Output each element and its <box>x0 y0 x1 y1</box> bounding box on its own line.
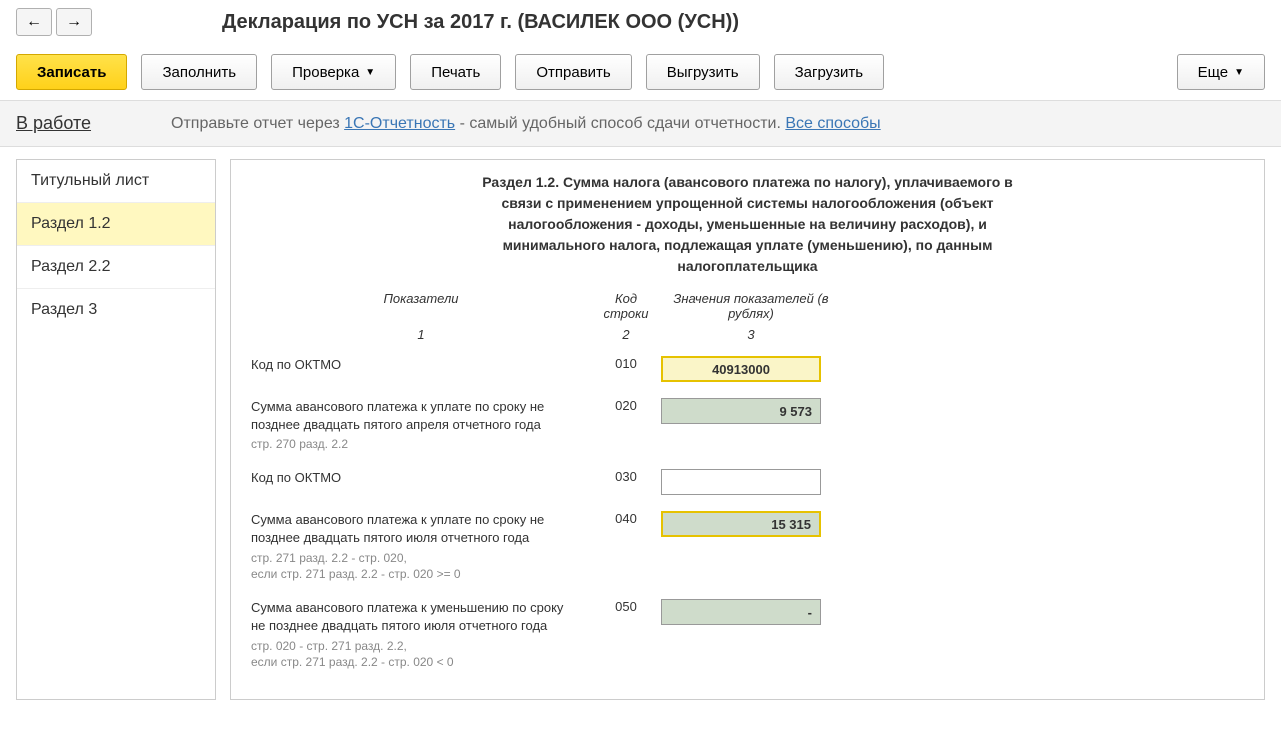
nav-back-button[interactable]: ← <box>16 8 52 36</box>
sidebar: Титульный лист Раздел 1.2 Раздел 2.2 Раз… <box>16 159 216 700</box>
value-field[interactable]: 9 573 <box>661 398 821 424</box>
form-row: Сумма авансового платежа к уплате по сро… <box>251 398 1244 453</box>
row-code: 040 <box>591 511 661 526</box>
section-title: Раздел 1.2. Сумма налога (авансового пла… <box>478 172 1018 277</box>
row-label: Сумма авансового платежа к уплате по сро… <box>251 398 591 453</box>
form-row: Код по ОКТМО030 <box>251 469 1244 495</box>
sidebar-item-section-3[interactable]: Раздел 3 <box>17 289 215 331</box>
chevron-down-icon: ▼ <box>1234 67 1244 78</box>
col-num-3: 3 <box>661 327 841 342</box>
row-code: 050 <box>591 599 661 614</box>
col-num-1: 1 <box>251 327 591 342</box>
chevron-down-icon: ▼ <box>365 67 375 78</box>
page-title: Декларация по УСН за 2017 г. (ВАСИЛЕК ОО… <box>222 11 739 34</box>
form-row: Сумма авансового платежа к уменьшению по… <box>251 599 1244 671</box>
form-row: Сумма авансового платежа к уплате по сро… <box>251 511 1244 583</box>
fill-button[interactable]: Заполнить <box>141 54 257 90</box>
row-label: Код по ОКТМО <box>251 356 591 374</box>
row-sublabel: стр. 020 - стр. 271 разд. 2.2, если стр.… <box>251 638 581 672</box>
sidebar-item-section-2-2[interactable]: Раздел 2.2 <box>17 246 215 289</box>
print-button[interactable]: Печать <box>410 54 501 90</box>
row-code: 020 <box>591 398 661 413</box>
col-header-1: Показатели <box>251 291 591 321</box>
col-header-3: Значения показателей (в рублях) <box>661 291 841 321</box>
row-label: Сумма авансового платежа к уплате по сро… <box>251 511 591 583</box>
sidebar-item-title[interactable]: Титульный лист <box>17 160 215 203</box>
row-sublabel: стр. 271 разд. 2.2 - стр. 020, если стр.… <box>251 550 581 584</box>
row-code: 010 <box>591 356 661 371</box>
import-button[interactable]: Загрузить <box>774 54 885 90</box>
save-button[interactable]: Записать <box>16 54 127 90</box>
row-sublabel: стр. 270 разд. 2.2 <box>251 436 581 453</box>
form-row: Код по ОКТМО01040913000 <box>251 356 1244 382</box>
value-field[interactable] <box>661 469 821 495</box>
sidebar-item-section-1-2[interactable]: Раздел 1.2 <box>17 203 215 246</box>
link-1c-report[interactable]: 1С-Отчетность <box>344 115 455 132</box>
status-text: Отправьте отчет через 1С-Отчетность - са… <box>171 115 881 133</box>
col-num-2: 2 <box>591 327 661 342</box>
row-label: Сумма авансового платежа к уменьшению по… <box>251 599 591 671</box>
row-code: 030 <box>591 469 661 484</box>
link-all-methods[interactable]: Все способы <box>785 115 880 132</box>
send-button[interactable]: Отправить <box>515 54 631 90</box>
value-field[interactable]: - <box>661 599 821 625</box>
check-button[interactable]: Проверка▼ <box>271 54 396 90</box>
status-label[interactable]: В работе <box>16 113 91 134</box>
nav-forward-button[interactable]: → <box>56 8 92 36</box>
value-field[interactable]: 40913000 <box>661 356 821 382</box>
col-header-2: Код строки <box>591 291 661 321</box>
row-label: Код по ОКТМО <box>251 469 591 487</box>
main-panel: Раздел 1.2. Сумма налога (авансового пла… <box>230 159 1265 700</box>
more-button[interactable]: Еще▼ <box>1177 54 1265 90</box>
value-field[interactable]: 15 315 <box>661 511 821 537</box>
export-button[interactable]: Выгрузить <box>646 54 760 90</box>
